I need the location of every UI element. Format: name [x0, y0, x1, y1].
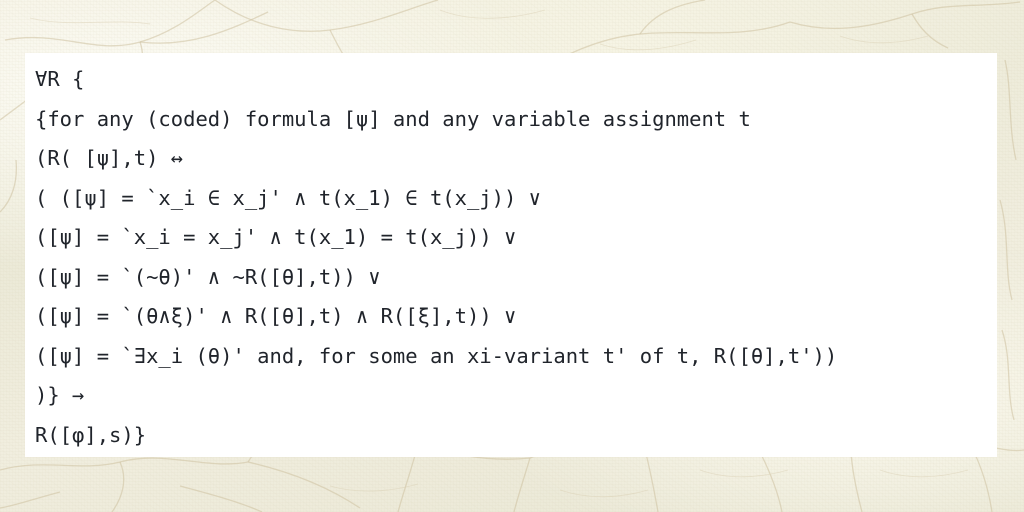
formula-text-block: ∀R { {for any (coded) formula [ψ] and an… [35, 60, 997, 455]
formula-line: ( ([ψ] = `x_i ∈ x_j' ∧ t(x_1) ∈ t(x_j)) … [35, 185, 542, 210]
formula-line: R([φ],s)} [35, 422, 147, 447]
formula-line: ∀R { [35, 67, 85, 91]
formula-line: ([ψ] = `∃x_i (θ)' and, for some an xi-va… [35, 343, 838, 368]
formula-line: (R( [ψ],t) ↔ [35, 146, 184, 170]
formula-line: ([ψ] = `(~θ)' ∧ ~R([θ],t)) ∨ [35, 264, 381, 289]
formula-panel: ∀R { {for any (coded) formula [ψ] and an… [25, 53, 997, 457]
formula-line: {for any (coded) formula [ψ] and any var… [35, 106, 751, 131]
formula-line: ([ψ] = `x_i = x_j' ∧ t(x_1) = t(x_j)) ∨ [35, 225, 517, 249]
formula-line: ([ψ] = `(θ∧ξ)' ∧ R([θ],t) ∧ R([ξ],t)) ∨ [35, 304, 517, 328]
formula-line: )} → [35, 383, 85, 407]
